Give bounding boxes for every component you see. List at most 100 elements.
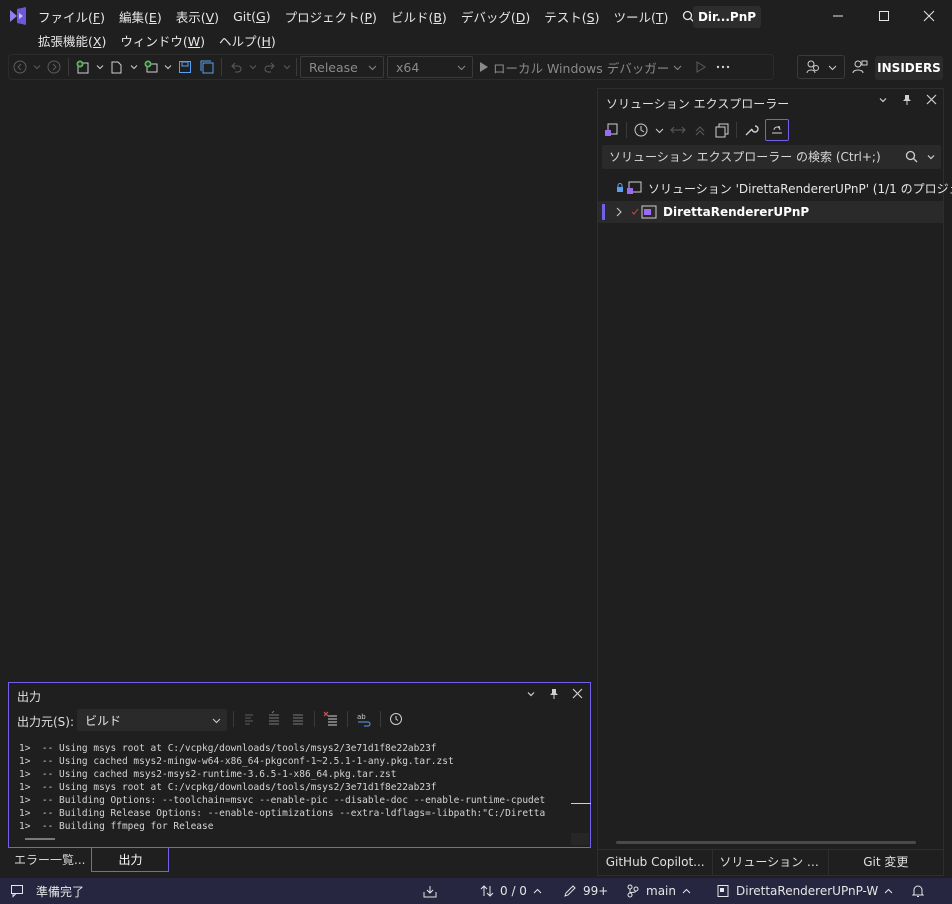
- save-all-icon[interactable]: [196, 56, 218, 78]
- previous-message-icon[interactable]: [266, 711, 282, 727]
- chevron-up-icon: [884, 887, 893, 896]
- menu-build[interactable]: ビルド(B): [391, 7, 447, 26]
- undo-icon[interactable]: [225, 56, 247, 78]
- menu-debug[interactable]: デバッグ(D): [461, 7, 530, 26]
- menu-edit[interactable]: 編集(E): [119, 7, 162, 26]
- open-file-icon[interactable]: [106, 56, 128, 78]
- menu-file[interactable]: ファイル(F): [38, 7, 105, 26]
- solution-explorer-search-input[interactable]: ソリューション エクスプローラー の検索 (Ctrl+;): [602, 145, 941, 169]
- title-bar: ファイル(F) 編集(E) 表示(V) Git(G) プロジェクト(P) ビルド…: [0, 0, 952, 54]
- insiders-badge[interactable]: INSIDERS: [875, 56, 943, 80]
- next-message-icon[interactable]: [290, 711, 306, 727]
- live-share-button[interactable]: [797, 54, 845, 80]
- menu-extensions[interactable]: 拡張機能(X): [38, 31, 106, 50]
- clear-all-icon[interactable]: [323, 711, 339, 727]
- output-line: 1> -- Using cached msys2-mingw-w64-x86_6…: [19, 756, 454, 767]
- chevron-down-icon[interactable]: [128, 56, 140, 78]
- account-settings-button[interactable]: [850, 54, 870, 80]
- redo-icon[interactable]: [259, 56, 281, 78]
- horizontal-scrollbar[interactable]: [616, 841, 916, 844]
- chevron-down-icon[interactable]: [94, 56, 106, 78]
- chevron-down-icon[interactable]: [281, 56, 293, 78]
- switch-views-icon[interactable]: [604, 122, 620, 138]
- toolbar-divider: [296, 58, 297, 76]
- pin-icon[interactable]: [901, 94, 913, 106]
- start-without-debugging-icon[interactable]: [690, 56, 712, 78]
- find-message-in-code-icon[interactable]: [242, 711, 258, 727]
- chat-bubble-icon: [10, 884, 24, 898]
- output-text[interactable]: 1> -- Using msys root at C:/vcpkg/downlo…: [19, 735, 575, 831]
- properties-wrench-icon[interactable]: [743, 122, 759, 138]
- configuration-select[interactable]: Release: [300, 56, 384, 78]
- start-debugging-button[interactable]: ローカル Windows デバッガー: [479, 58, 682, 77]
- tab-error-list[interactable]: エラー一覧...: [8, 848, 91, 872]
- chevron-down-icon[interactable]: [247, 56, 259, 78]
- menu-view[interactable]: 表示(V): [176, 7, 219, 26]
- git-repository-status[interactable]: DirettaRendererUPnP-W: [716, 878, 893, 904]
- publish-button[interactable]: [423, 878, 437, 904]
- project-node[interactable]: DirettaRendererUPnP: [598, 201, 943, 223]
- editor-area: [0, 86, 595, 680]
- search-icon[interactable]: [905, 150, 918, 163]
- bottom-tool-tabs: エラー一覧... 出力: [8, 848, 170, 872]
- menu-window[interactable]: ウィンドウ(W): [120, 31, 205, 50]
- save-icon[interactable]: [174, 56, 196, 78]
- git-sync-status[interactable]: 0 / 0: [480, 878, 542, 904]
- new-project-icon[interactable]: [72, 56, 94, 78]
- tab-solution-explorer[interactable]: ソリューション エク...: [712, 850, 829, 875]
- more-options-icon[interactable]: [712, 56, 734, 78]
- navigate-back-icon[interactable]: [9, 56, 31, 78]
- tab-github-copilot[interactable]: GitHub Copilot...: [598, 850, 712, 875]
- sync-with-document-icon[interactable]: [670, 122, 686, 138]
- menu-help[interactable]: ヘルプ(H): [219, 31, 276, 50]
- add-item-icon[interactable]: [140, 56, 162, 78]
- menu-test[interactable]: テスト(S): [544, 7, 599, 26]
- toolbar-divider: [736, 122, 737, 138]
- output-line: 1> -- Building Release Options: --enable…: [19, 808, 546, 819]
- solution-name-badge[interactable]: Dir...PnP: [693, 6, 761, 28]
- pin-icon[interactable]: [548, 688, 560, 700]
- solution-explorer-tabs: GitHub Copilot... ソリューション エク... Git 変更: [598, 849, 943, 875]
- preview-selected-items-icon[interactable]: [765, 119, 789, 141]
- chevron-down-icon[interactable]: [926, 152, 936, 162]
- history-icon[interactable]: [633, 122, 649, 138]
- tab-output[interactable]: 出力: [91, 848, 170, 872]
- maximize-button[interactable]: [861, 0, 907, 32]
- chevron-down-icon[interactable]: [31, 56, 43, 78]
- chevron-down-icon[interactable]: [878, 95, 888, 105]
- chevron-down-icon[interactable]: [526, 689, 536, 699]
- git-branch-status[interactable]: main: [626, 878, 691, 904]
- horizontal-scrollbar[interactable]: [25, 838, 55, 840]
- branch-name: main: [646, 884, 676, 898]
- navigate-forward-icon[interactable]: [43, 56, 65, 78]
- toolbar-divider: [233, 711, 234, 727]
- pending-edits-status[interactable]: 99+: [563, 878, 608, 904]
- chevron-right-icon[interactable]: [615, 207, 623, 217]
- word-wrap-icon[interactable]: ab: [356, 711, 372, 727]
- notifications-button[interactable]: [911, 878, 925, 904]
- timestamp-clock-icon[interactable]: [389, 712, 403, 726]
- chevron-up-icon: [533, 887, 542, 896]
- chevron-down-icon[interactable]: [162, 56, 174, 78]
- visual-studio-logo-icon[interactable]: [8, 6, 28, 26]
- solution-node[interactable]: ソリューション 'DirettaRendererUPnP' (1/1 のプロジェ…: [616, 177, 952, 199]
- project-label: DirettaRendererUPnP: [663, 205, 810, 219]
- tab-git-changes[interactable]: Git 変更: [829, 850, 943, 875]
- close-button[interactable]: [906, 0, 952, 32]
- close-icon[interactable]: [926, 94, 937, 105]
- minimize-button[interactable]: [815, 0, 861, 32]
- output-source-select[interactable]: ビルド: [77, 709, 227, 731]
- menu-row-2: 拡張機能(X) ウィンドウ(W) ヘルプ(H): [38, 29, 290, 51]
- sync-count: 0 / 0: [500, 884, 527, 898]
- chevron-up-icon: [682, 887, 691, 896]
- platform-select[interactable]: x64: [387, 56, 473, 78]
- output-source-value: ビルド: [85, 713, 122, 728]
- show-all-files-icon[interactable]: [714, 122, 730, 138]
- menu-project[interactable]: プロジェクト(P): [285, 7, 377, 26]
- chevron-down-icon[interactable]: [655, 126, 664, 135]
- menu-git[interactable]: Git(G): [233, 9, 271, 24]
- status-ready[interactable]: 準備完了: [10, 878, 84, 904]
- close-icon[interactable]: [572, 688, 583, 699]
- menu-tools[interactable]: ツール(T): [613, 7, 668, 26]
- collapse-all-icon[interactable]: [692, 122, 708, 138]
